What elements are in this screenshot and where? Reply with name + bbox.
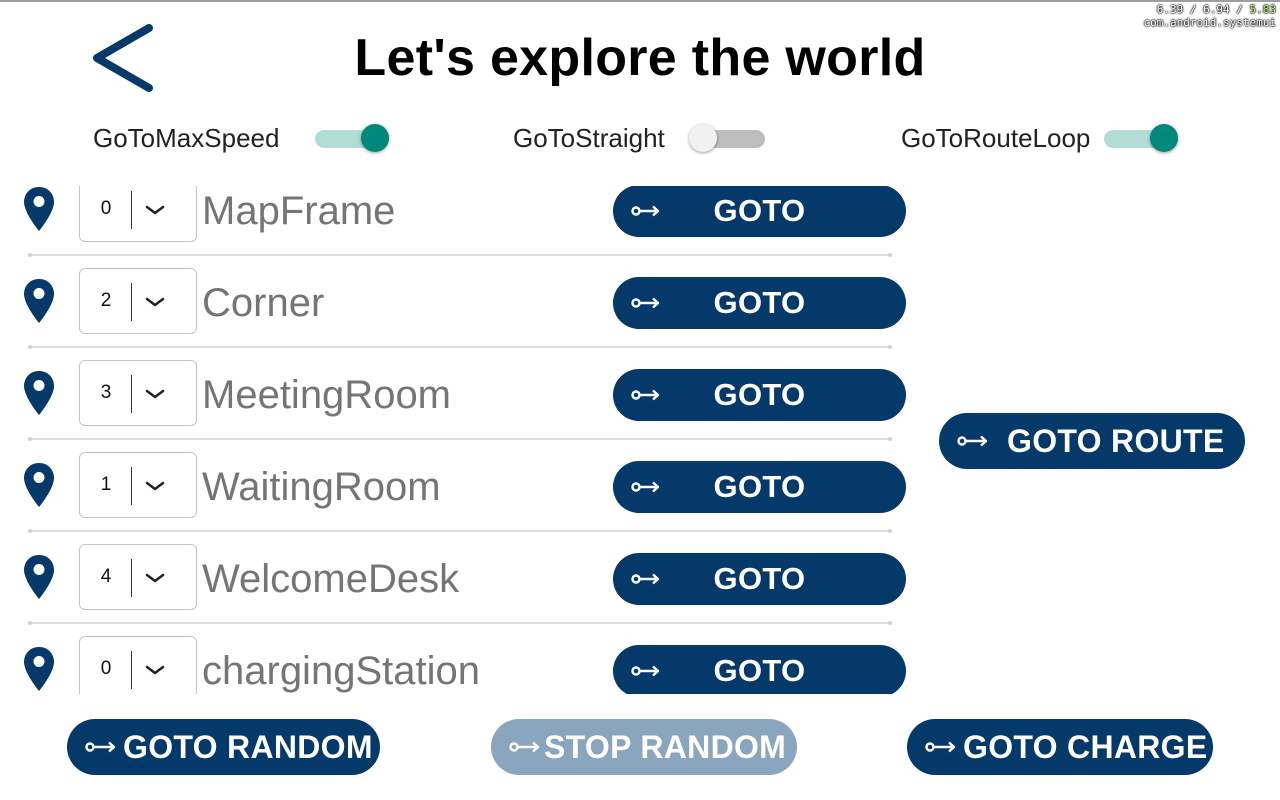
- row-divider: [28, 437, 892, 441]
- toggle-go-to-max-speed: GoToMaxSpeed: [93, 120, 391, 156]
- order-spinner[interactable]: 0: [79, 636, 197, 694]
- status-divider: [0, 0, 1280, 2]
- chevron-down-icon: [145, 573, 165, 583]
- location-name: MapFrame: [202, 189, 396, 233]
- location-row: 0 chargingStation GOTO: [0, 636, 920, 694]
- toggle-label: GoToStraight: [513, 122, 665, 153]
- cpu-load-3: 5.83: [1249, 3, 1277, 16]
- spinner-separator: [131, 467, 132, 505]
- goto-label: GOTO: [713, 469, 806, 504]
- toggle-label: GoToMaxSpeed: [93, 122, 280, 153]
- spinner-separator: [131, 283, 132, 321]
- location-row: 2 Corner GOTO: [0, 268, 920, 370]
- goto-label: GOTO: [713, 285, 806, 320]
- goto-button[interactable]: GOTO: [613, 461, 906, 513]
- location-pin-icon: [24, 463, 54, 507]
- cpu-load-sep-2: /: [1229, 3, 1250, 16]
- location-name: WaitingRoom: [202, 465, 441, 509]
- location-name: Corner: [202, 281, 325, 325]
- chevron-down-icon: [145, 297, 165, 307]
- goto-button[interactable]: GOTO: [613, 186, 906, 237]
- spinner-separator: [131, 375, 132, 413]
- order-value: 1: [100, 474, 112, 495]
- chevron-down-icon: [145, 665, 165, 675]
- goto-button[interactable]: GOTO: [613, 645, 906, 694]
- toggle-go-to-straight: GoToStraight: [513, 120, 767, 156]
- location-name: chargingStation: [202, 649, 480, 693]
- goto-button[interactable]: GOTO: [613, 369, 906, 421]
- stop-random-label: STOP RANDOM: [544, 729, 787, 765]
- key-arrow-icon: [509, 741, 540, 753]
- route-loop-switch[interactable]: [1102, 120, 1180, 156]
- order-spinner[interactable]: 3: [79, 360, 197, 426]
- goto-label: GOTO: [713, 377, 806, 412]
- row-divider: [28, 529, 892, 533]
- order-value: 0: [100, 658, 112, 679]
- switch-thumb: [1150, 124, 1179, 152]
- order-value: 4: [100, 566, 112, 587]
- goto-label: GOTO: [713, 561, 806, 596]
- location-pin-icon: [24, 187, 54, 231]
- spinner-separator: [131, 191, 132, 229]
- toggle-label: GoToRouteLoop: [901, 122, 1091, 153]
- spinner-separator: [131, 559, 132, 597]
- chevron-down-icon: [145, 481, 165, 491]
- order-spinner[interactable]: 0: [79, 186, 197, 242]
- order-spinner[interactable]: 4: [79, 544, 197, 610]
- spinner-separator: [131, 651, 132, 689]
- location-row: 1 WaitingRoom GOTO: [0, 452, 920, 554]
- cpu-load-overlay: 6.39 / 6.94 / 5.83 com.android.systemui: [1144, 3, 1276, 29]
- location-pin-icon: [24, 279, 54, 323]
- row-divider: [28, 253, 892, 257]
- location-list[interactable]: 0 MapFrame GOTO 2 Corner GOTO 3 MeetingR…: [0, 186, 920, 694]
- cpu-load-1: 6.39: [1156, 3, 1184, 16]
- row-divider: [28, 345, 892, 349]
- goto-random-button[interactable]: GOTO RANDOM: [67, 719, 380, 775]
- location-row: 3 MeetingRoom GOTO: [0, 360, 920, 462]
- straight-switch[interactable]: [688, 120, 767, 156]
- switch-thumb: [361, 124, 390, 152]
- row-divider: [28, 621, 892, 625]
- goto-button[interactable]: GOTO: [613, 553, 906, 605]
- chevron-down-icon: [145, 389, 165, 399]
- goto-label: GOTO: [713, 653, 806, 688]
- goto-button[interactable]: GOTO: [613, 277, 906, 329]
- cpu-load-values: 6.39 / 6.94 / 5.83: [1144, 3, 1276, 16]
- goto-random-label: GOTO RANDOM: [123, 729, 373, 765]
- chevron-down-icon: [145, 205, 165, 215]
- order-value: 3: [100, 382, 112, 403]
- key-arrow-icon: [925, 741, 956, 753]
- location-pin-icon: [24, 555, 54, 599]
- order-value: 2: [100, 290, 112, 311]
- key-arrow-icon: [85, 741, 116, 753]
- location-pin-icon: [24, 647, 54, 691]
- goto-route-label: GOTO ROUTE: [1007, 423, 1225, 459]
- location-pin-icon: [24, 371, 54, 415]
- location-name: WelcomeDesk: [202, 557, 460, 601]
- cpu-load-sep-1: /: [1183, 3, 1204, 16]
- order-spinner[interactable]: 1: [79, 452, 197, 518]
- location-name: MeetingRoom: [202, 373, 452, 417]
- location-row: 0 MapFrame GOTO: [0, 186, 920, 278]
- max-speed-switch[interactable]: [313, 120, 391, 156]
- toggle-go-to-route-loop: GoToRouteLoop: [901, 120, 1180, 156]
- cpu-load-2: 6.94: [1203, 3, 1230, 16]
- goto-charge-button[interactable]: GOTO CHARGE: [907, 719, 1213, 775]
- page-title: Let's explore the world: [354, 29, 926, 87]
- order-spinner[interactable]: 2: [79, 268, 197, 334]
- stop-random-button[interactable]: STOP RANDOM: [491, 719, 797, 775]
- goto-label: GOTO: [713, 193, 806, 228]
- goto-charge-label: GOTO CHARGE: [963, 729, 1208, 765]
- goto-route-button[interactable]: GOTO ROUTE: [939, 413, 1245, 469]
- location-row: 4 WelcomeDesk GOTO: [0, 544, 920, 646]
- switch-thumb: [688, 124, 717, 152]
- key-arrow-icon: [957, 435, 988, 447]
- order-value: 0: [100, 198, 112, 219]
